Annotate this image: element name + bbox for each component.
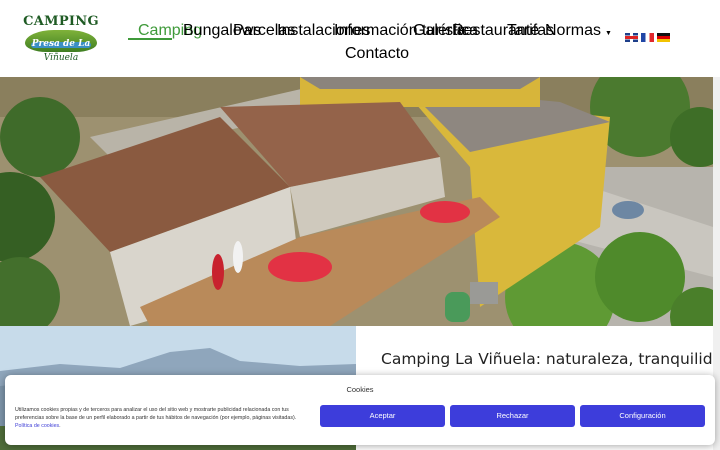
logo-text-top: CAMPING bbox=[23, 14, 99, 29]
page: CAMPING Presa de La Viñuela Camping Bung… bbox=[0, 0, 720, 450]
hero-photo bbox=[0, 77, 713, 326]
chevron-down-icon: ▼ bbox=[605, 30, 612, 37]
france-flag-icon[interactable] bbox=[641, 33, 654, 42]
cookie-banner-text: Utilizamos cookies propias y de terceros… bbox=[15, 407, 297, 429]
cookie-banner: Cookies Utilizamos cookies propias y de … bbox=[5, 375, 715, 445]
nav-item-normas[interactable]: Normas ▼ bbox=[545, 22, 612, 40]
reject-cookies-button[interactable]: Rechazar bbox=[450, 405, 575, 427]
logo-text-bottom: Viñuela bbox=[43, 53, 79, 63]
cookie-settings-button[interactable]: Configuración bbox=[580, 405, 705, 427]
cookie-policy-link[interactable]: Política de cookies bbox=[15, 423, 59, 429]
cookie-banner-title: Cookies bbox=[346, 385, 374, 394]
cookie-description: Utilizamos cookies propias y de terceros… bbox=[15, 407, 297, 421]
site-header: CAMPING Presa de La Viñuela Camping Bung… bbox=[0, 0, 720, 77]
accept-cookies-button[interactable]: Aceptar bbox=[320, 405, 445, 427]
germany-flag-icon[interactable] bbox=[657, 33, 670, 42]
nav-item-normas-label: Normas bbox=[545, 22, 602, 39]
section-headline: Camping La Viñuela: naturaleza, tranquil… bbox=[381, 350, 720, 368]
nav-active-indicator bbox=[128, 38, 172, 40]
uk-flag-icon[interactable] bbox=[625, 33, 638, 42]
nav-item-contacto[interactable]: Contacto bbox=[345, 45, 409, 63]
site-logo[interactable]: CAMPING Presa de La Viñuela bbox=[22, 14, 100, 64]
logo-text-middle: Presa de La bbox=[31, 39, 91, 49]
aerial-photo-restaurant-terrace bbox=[0, 77, 713, 326]
